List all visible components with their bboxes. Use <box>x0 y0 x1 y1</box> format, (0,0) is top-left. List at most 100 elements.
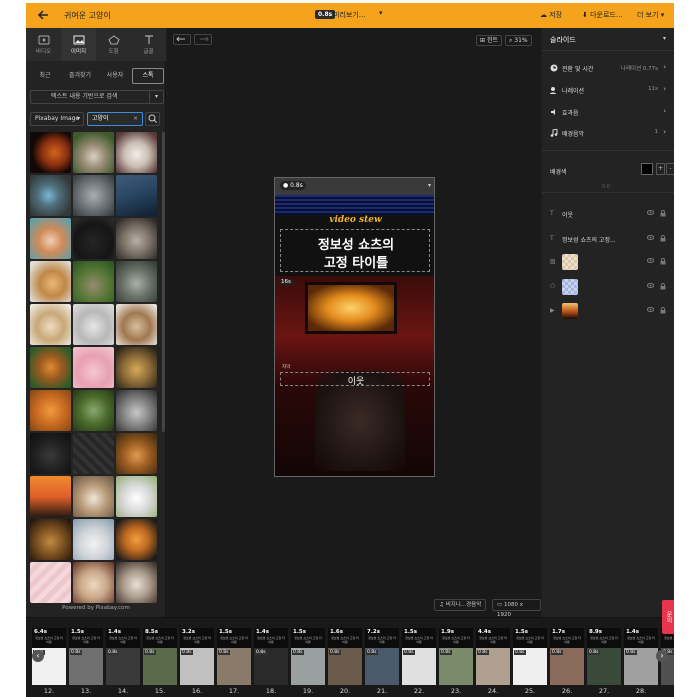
image-thumb[interactable] <box>30 132 71 173</box>
bgm-row[interactable]: 배경음악 1 › <box>550 128 666 141</box>
image-thumb[interactable] <box>30 261 71 302</box>
image-thumb[interactable] <box>116 476 157 517</box>
layer-item[interactable]: ▨ <box>550 254 666 272</box>
chevron-down-icon[interactable]: ▾ <box>663 35 666 42</box>
image-thumb[interactable] <box>116 218 157 259</box>
redo-button[interactable] <box>194 34 212 45</box>
eye-icon[interactable] <box>647 258 654 263</box>
timeline-clip[interactable]: 1.7s 정보성 쇼츠의 고정 타이틀 0.8s <box>550 628 584 685</box>
subtitle-textbox[interactable]: 자막 이웃 <box>280 365 430 387</box>
timeline-clip[interactable]: 1.5s 정보성 쇼츠의 고정 타이틀 0.8s <box>69 628 103 685</box>
image-thumb[interactable] <box>116 433 157 474</box>
image-thumb[interactable] <box>73 132 114 173</box>
timeline-clip[interactable]: 8.9s 정보성 쇼츠의 고정 타이틀 0.8s <box>587 628 621 685</box>
image-thumb[interactable] <box>73 562 114 603</box>
image-thumb[interactable] <box>30 175 71 216</box>
timeline-clip[interactable]: 1.5s 정보성 쇼츠의 고정 타이틀 0.8s <box>217 628 251 685</box>
image-thumb[interactable] <box>116 175 157 216</box>
text-content-search-select[interactable]: 텍스트 내용 기반으로 검색 ▾ <box>30 90 164 104</box>
image-thumb[interactable] <box>116 519 157 560</box>
timeline-clip[interactable]: 1.4s 정보성 쇼츠의 고정 타이틀 0.8s <box>254 628 288 685</box>
image-thumb[interactable] <box>30 304 71 345</box>
logo-text[interactable]: video stew <box>275 215 434 225</box>
timeline-clip[interactable]: 3.2s 정보성 쇼츠의 고정 타이틀 0.8s <box>180 628 214 685</box>
timeline-prev-button[interactable]: ‹ <box>32 650 44 662</box>
title-textbox[interactable]: 정보성 쇼츠의 고정 타이틀 <box>280 229 430 272</box>
image-thumb[interactable] <box>73 476 114 517</box>
image-thumb[interactable] <box>30 390 71 431</box>
download-button[interactable]: ⬇ 다운로드... <box>582 10 623 20</box>
image-thumb[interactable] <box>73 175 114 216</box>
timeline-clip[interactable]: 4.4s 정보성 쇼츠의 고정 타이틀 0.8s <box>476 628 510 685</box>
image-thumb[interactable] <box>116 390 157 431</box>
image-thumb[interactable] <box>116 562 157 603</box>
image-thumb[interactable] <box>73 433 114 474</box>
image-thumb[interactable] <box>73 519 114 560</box>
image-thumb[interactable] <box>73 304 114 345</box>
tab-shape[interactable]: 도형 <box>96 28 131 61</box>
image-thumb[interactable] <box>30 347 71 388</box>
narration-row[interactable]: 나레이션 11s › <box>550 85 666 98</box>
timeline-clip[interactable]: 1.4s 정보성 쇼츠의 고정 타이틀 0.8s <box>624 628 658 685</box>
search-button[interactable] <box>145 112 160 126</box>
image-thumb[interactable] <box>30 519 71 560</box>
layer-item[interactable]: ▶ <box>550 303 666 321</box>
zoom-control[interactable]: ⌕ 31% <box>505 35 532 46</box>
layer-item[interactable]: T 이웃 <box>550 206 666 224</box>
preview-dropdown-icon[interactable]: ▾ <box>379 9 383 17</box>
slide-canvas[interactable]: ● 0.8s ▾ video stew 정보성 쇼츠의 고정 타이틀 16s 자… <box>274 177 435 477</box>
lock-icon[interactable] <box>660 210 666 217</box>
preview-button[interactable]: 미리보기... <box>333 10 365 20</box>
subtab-stock[interactable]: 스톡 <box>132 68 164 84</box>
tab-text[interactable]: 글꼴 <box>131 28 166 61</box>
timeline-clip[interactable]: 1.5s 정보성 쇼츠의 고정 타이틀 0.8s <box>513 628 547 685</box>
bgm-button[interactable]: ♫ 비지니...경음악 <box>434 599 487 611</box>
timeline-clip[interactable]: 1.6s 정보성 쇼츠의 고정 타이틀 0.8s <box>328 628 362 685</box>
timeline-clip[interactable]: 7.2s 정보성 쇼츠의 고정 타이틀 0.8s <box>365 628 399 685</box>
image-thumb[interactable] <box>116 132 157 173</box>
image-thumb[interactable] <box>30 218 71 259</box>
timeline-clip[interactable]: 8.5s 정보성 쇼츠의 고정 타이틀 0.8s <box>143 628 177 685</box>
subtab-favorites[interactable]: 즐겨찾기 <box>62 68 98 84</box>
image-thumb[interactable] <box>73 218 114 259</box>
tab-video[interactable]: 비디오 <box>26 28 61 61</box>
scrollbar[interactable] <box>162 132 165 432</box>
layer-item[interactable]: ⬠ <box>550 279 666 297</box>
image-thumb[interactable] <box>116 304 157 345</box>
chevron-down-icon[interactable]: ▾ <box>428 182 431 189</box>
image-source-select[interactable]: Pixabay Image ▾ <box>30 112 84 126</box>
search-input[interactable]: 고양이 × <box>87 112 143 126</box>
layer-item[interactable]: T 정보성 쇼츠의 고정... <box>550 231 666 249</box>
remove-button[interactable]: - <box>666 163 674 175</box>
transition-row[interactable]: 전환 및 시간 나레이션 0.77s › <box>550 63 666 76</box>
subtab-recent[interactable]: 최근 <box>30 68 60 84</box>
timeline-next-button[interactable]: › <box>656 650 668 662</box>
project-title[interactable]: 귀여운 고양이 <box>64 10 111 21</box>
eye-icon[interactable] <box>647 235 654 240</box>
bg-color-swatch[interactable] <box>641 163 653 175</box>
image-thumb[interactable] <box>73 261 114 302</box>
save-button[interactable]: ☁ 저장 <box>540 10 562 20</box>
image-thumb[interactable] <box>30 433 71 474</box>
back-arrow-icon[interactable] <box>36 8 50 22</box>
eye-icon[interactable] <box>647 307 654 312</box>
lock-icon[interactable] <box>660 307 666 314</box>
help-button[interactable]: 문의 <box>662 600 674 634</box>
timeline-clip[interactable]: 1.9s 정보성 쇼츠의 고정 타이틀 0.8s <box>439 628 473 685</box>
add-button[interactable]: + <box>656 163 665 175</box>
image-thumb[interactable] <box>73 390 114 431</box>
timeline-clip[interactable]: 1.4s 정보성 쇼츠의 고정 타이틀 0.8s <box>106 628 140 685</box>
eye-icon[interactable] <box>647 283 654 288</box>
tab-image[interactable]: 이미지 <box>61 28 96 61</box>
timeline-clip[interactable]: 1.5s 정보성 쇼츠의 고정 타이틀 0.8s <box>291 628 325 685</box>
more-button[interactable]: 더 보기 ▾ <box>637 10 664 20</box>
slide-time[interactable]: ● 0.8s <box>280 181 306 190</box>
pixabay-credit[interactable]: Powered by Pixabay.com <box>26 605 166 611</box>
image-thumb[interactable] <box>116 261 157 302</box>
eye-icon[interactable] <box>647 210 654 215</box>
sound-effect-row[interactable]: 효과음 › <box>550 107 666 120</box>
image-thumb[interactable] <box>30 476 71 517</box>
lock-icon[interactable] <box>660 283 666 290</box>
lock-icon[interactable] <box>660 258 666 265</box>
subtab-user[interactable]: 사용자 <box>100 68 130 84</box>
